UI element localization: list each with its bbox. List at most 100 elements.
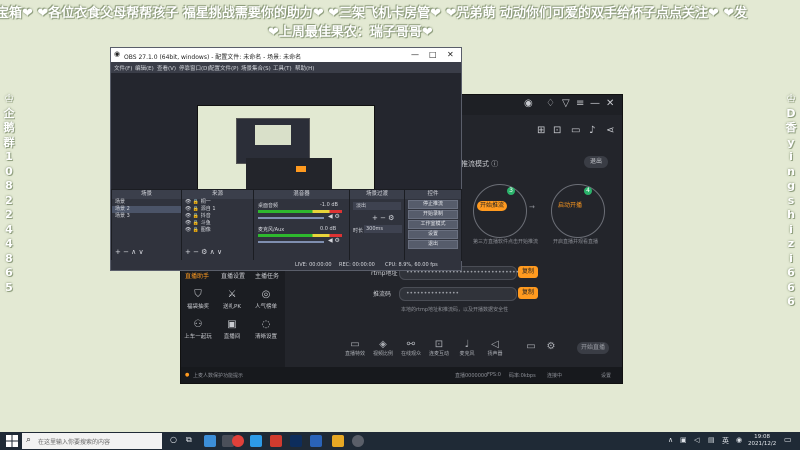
start-live-button[interactable]: 开始直播 [577, 342, 609, 354]
taskbar-search[interactable]: ⌕ 在这里输入你要搜索的内容 [22, 433, 162, 449]
taskbar-app-icon[interactable] [232, 435, 244, 447]
microphone-icon: ♩ [464, 339, 470, 350]
tool-gift-pk[interactable]: ⚔ 送礼PK [215, 289, 249, 310]
menu-edit[interactable]: 编辑(E) [135, 64, 154, 72]
tool-quality[interactable]: ◌ 清晰设置 [249, 319, 283, 340]
taskbar-app-icon[interactable] [332, 435, 344, 447]
exit-button[interactable]: 退出 [408, 240, 458, 249]
scene-item[interactable]: 场景 2 [112, 206, 181, 213]
tab-live-settings[interactable]: 直播设置 [221, 271, 245, 280]
pk-icon: ⚔ [227, 289, 237, 300]
vchar: 2 [5, 193, 13, 207]
task-view-icon[interactable]: ⧉ [186, 435, 192, 445]
stream-key-field[interactable]: ••••••••••••••• [399, 287, 517, 301]
copy-address-button[interactable]: 复制 [518, 266, 538, 278]
tool-live-room[interactable]: ▣ 直播间 [215, 319, 249, 340]
photoshop-icon[interactable] [290, 435, 302, 447]
source-item[interactable]: 👁 🔒 抖音 [182, 213, 253, 220]
source-item[interactable]: 👁 🔒 斗鱼 [182, 220, 253, 227]
lock-icon[interactable]: ⊡ [553, 125, 561, 136]
tray-app-icon[interactable]: ▤ [708, 436, 715, 444]
settings-toggle[interactable]: ⚙ [537, 341, 565, 352]
effects-button[interactable]: ▭ 直播特效 [341, 339, 369, 357]
source-item[interactable]: 👁 🔒 源自 1 [182, 206, 253, 213]
status-item[interactable]: 设置 [601, 372, 611, 379]
settings-button[interactable]: 设置 [408, 230, 458, 239]
source-add-icon[interactable]: + − ⚙ ∧ ∨ [185, 248, 222, 256]
viewers-button[interactable]: ⚯ 在线观众 [397, 339, 425, 357]
menu-scene-collection[interactable]: 场景集合(S) [241, 64, 271, 72]
exit-button[interactable]: 退出 [584, 156, 608, 168]
status-item: 连接中 [547, 373, 563, 379]
source-item[interactable]: 👁 🔒 图像 [182, 227, 253, 234]
co-host-button[interactable]: ⊡ 连麦互动 [425, 339, 453, 357]
status-item: 直播0000000 [455, 373, 488, 379]
menu-file[interactable]: 文件(F) [114, 64, 132, 72]
stop-streaming-button[interactable]: 停止推流 [408, 200, 458, 209]
menu-profile[interactable]: 配置文件(P) [209, 64, 239, 72]
duration-label: 时长 [353, 228, 364, 234]
menu-tools[interactable]: 工具(T) [273, 64, 292, 72]
overlay-banner-line-1: 宝箱❤ ❤各位衣食父母帮帮孩子 福星挑战需要你的助力❤ ❤三架飞机卡房管❤ ❤咒… [0, 6, 748, 21]
volume-icon[interactable]: ◁ [694, 436, 699, 444]
tray-up-icon[interactable]: ∧ [668, 436, 673, 444]
menu-view[interactable]: 查看(V) [157, 64, 176, 72]
tool-lucky-bag[interactable]: ⛉ 福袋抽奖 [181, 289, 215, 310]
gift-icon[interactable]: ⊞ [537, 125, 545, 136]
push-mode-text: 推流模式 [461, 160, 489, 168]
speaker-icon[interactable]: ◀ ⚙ [328, 213, 340, 220]
notification-icon[interactable]: ▭ [784, 435, 792, 444]
maximize-icon[interactable]: □ [429, 50, 437, 59]
start-push-button[interactable]: 开始推流 [477, 201, 507, 211]
close-icon[interactable]: ✕ [447, 50, 454, 59]
tab-live-assistant[interactable]: 直播助手 [185, 271, 209, 280]
taskbar-app-icon[interactable] [204, 435, 216, 447]
source-item[interactable]: 👁 🔒 桐一 [182, 199, 253, 206]
step4-circle [551, 184, 605, 238]
shirt-icon[interactable]: ♢ [546, 98, 555, 109]
source-label: 源自 1 [200, 206, 216, 212]
minimize-icon[interactable]: — [590, 98, 600, 109]
ime-icon[interactable]: 英 [722, 436, 729, 446]
scene-item[interactable]: 场景 [112, 199, 181, 206]
start-recording-button[interactable]: 开始录制 [408, 210, 458, 219]
tool-ranking[interactable]: ◎ 人气榜单 [249, 289, 283, 310]
tray-app-icon[interactable]: ◉ [736, 436, 742, 444]
network-icon[interactable]: ▣ [680, 436, 687, 444]
tab-host-tasks[interactable]: 主播任务 [255, 271, 279, 280]
scene-item[interactable]: 场景 3 [112, 213, 181, 220]
vchar: 4 [5, 222, 13, 236]
avatar-icon[interactable]: ◉ [524, 98, 533, 109]
desktop-volume-slider[interactable] [258, 217, 324, 219]
copy-key-button[interactable]: 复制 [518, 287, 538, 299]
transition-type-select[interactable]: 淡出 [353, 202, 401, 210]
menu-icon[interactable]: ≡ [576, 98, 584, 109]
menu-docks[interactable]: 停靠窗口(D) [179, 64, 210, 72]
taskbar-app-icon[interactable] [270, 435, 282, 447]
close-icon[interactable]: ✕ [606, 98, 614, 109]
windows-start-icon[interactable] [6, 435, 18, 447]
go-live-button[interactable]: 启动开播 [555, 201, 585, 211]
filter-icon[interactable]: ▽ [562, 98, 570, 109]
tool-play-together[interactable]: ⚇ 上车一起玩 [181, 319, 215, 340]
obs-preview-area [111, 73, 461, 205]
mic-icon[interactable]: ◀ ⚙ [328, 237, 340, 244]
studio-mode-button[interactable]: 工作室模式 [408, 220, 458, 229]
speaker-button[interactable]: ◁ 扬声器 [481, 339, 509, 357]
taskbar-clock[interactable]: 19:08 2021/12/2 [748, 434, 776, 448]
transition-add-icon[interactable]: + − ⚙ [372, 214, 394, 222]
camera-icon[interactable]: ▭ [571, 125, 580, 136]
ratio-button[interactable]: ◈ 视频比例 [369, 339, 397, 357]
taskbar-app-icon[interactable] [310, 435, 322, 447]
duration-input[interactable]: 300ms [364, 225, 402, 233]
menu-help[interactable]: 帮助(H) [295, 64, 314, 72]
scene-add-icon[interactable]: + − ∧ ∨ [115, 248, 144, 256]
mic-volume-slider[interactable] [258, 241, 324, 243]
obs-taskbar-icon[interactable] [352, 435, 364, 447]
minimize-icon[interactable]: — [411, 50, 419, 59]
edge-icon[interactable] [250, 435, 262, 447]
share-icon[interactable]: ⋖ [606, 125, 614, 136]
cortana-icon[interactable]: ○ [170, 435, 177, 444]
bell-icon[interactable]: ♪ [589, 125, 595, 136]
microphone-button[interactable]: ♩ 麦克风 [453, 339, 481, 357]
